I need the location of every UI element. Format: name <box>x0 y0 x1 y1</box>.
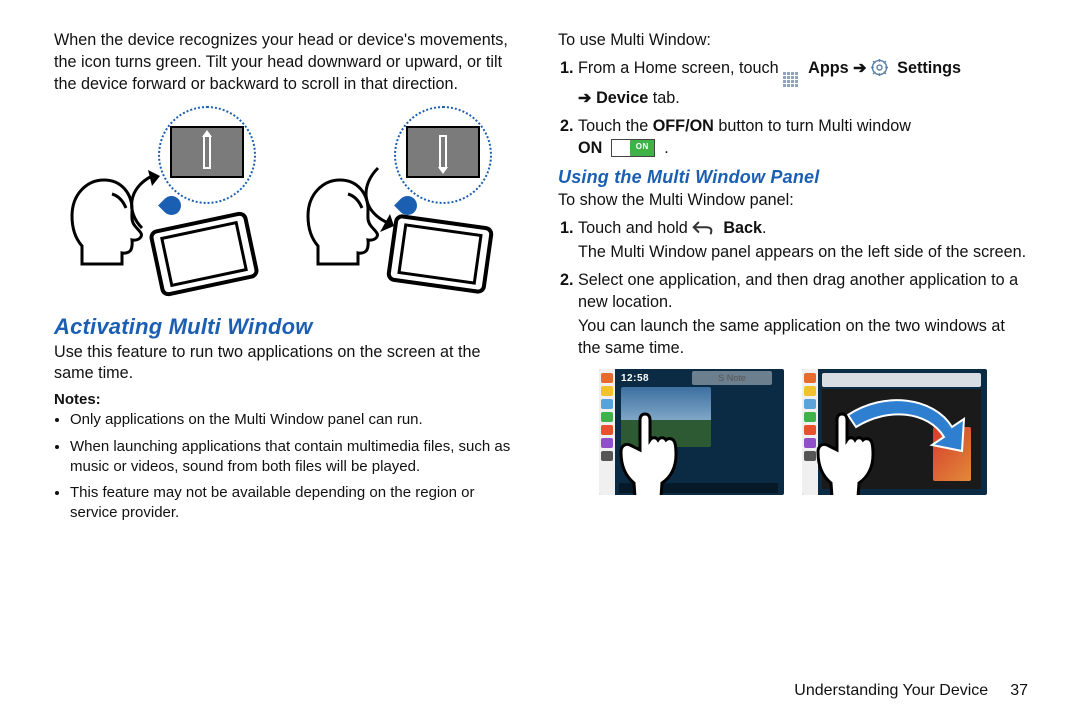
apps-grid-icon <box>783 72 799 88</box>
heading-activating: Activating Multi Window <box>54 314 524 340</box>
screenshot-drag <box>802 369 987 495</box>
arrow-icon: ➔ <box>578 89 596 107</box>
page-number: 37 <box>1010 682 1028 700</box>
device-label: Device <box>596 89 648 107</box>
tilt-up-scene <box>54 110 284 300</box>
tablet-icon <box>144 208 264 300</box>
screenshot-home: 12:58 S Note <box>599 369 784 495</box>
motion-arrow-icon <box>118 166 162 241</box>
gear-icon <box>871 59 888 76</box>
magnifier-circle <box>158 106 256 204</box>
toggle-on-icon: ON <box>611 139 655 157</box>
step-cont: You can launch the same application on t… <box>578 316 1028 360</box>
left-column: When the device recognizes your head or … <box>54 30 524 672</box>
step-cont: The Multi Window panel appears on the le… <box>578 242 1028 264</box>
right-column: To use Multi Window: From a Home screen,… <box>558 30 1028 672</box>
heading-using-panel: Using the Multi Window Panel <box>558 167 1028 188</box>
note-item: This feature may not be available depend… <box>70 483 524 524</box>
step-item: Touch and hold Back. The Multi Window pa… <box>578 218 1028 264</box>
settings-label: Settings <box>893 59 961 77</box>
notes-list: Only applications on the Multi Window pa… <box>54 410 524 523</box>
tablet-icon <box>380 208 500 300</box>
section-title: Understanding Your Device <box>794 682 988 700</box>
notes-label: Notes: <box>54 391 524 408</box>
note-item: Only applications on the Multi Window pa… <box>70 410 524 430</box>
step-text: Touch and hold <box>578 219 692 237</box>
step-item: From a Home screen, touch Apps ➔ Setting… <box>578 58 1028 110</box>
tilt-figure <box>54 110 524 300</box>
step-text: From a Home screen, touch <box>578 59 783 77</box>
clock-widget: 12:58 <box>621 373 649 384</box>
two-column-layout: When the device recognizes your head or … <box>54 30 1028 672</box>
to-use: To use Multi Window: <box>558 30 1028 52</box>
use-paragraph: Use this feature to run two applications… <box>54 342 524 386</box>
to-show: To show the Multi Window panel: <box>558 190 1028 212</box>
sidebar-icons <box>599 369 615 495</box>
step-text: button to turn Multi window <box>718 117 911 135</box>
tab-word: tab. <box>653 89 680 107</box>
page-footer: Understanding Your Device 37 <box>54 672 1028 700</box>
screen-up <box>170 126 244 178</box>
back-icon <box>692 220 714 234</box>
on-label: ON <box>578 139 602 157</box>
hand-pointer-icon <box>812 408 884 495</box>
step-text: Touch the <box>578 117 653 135</box>
motion-arrow-icon <box>354 160 398 241</box>
magnifier-circle <box>394 106 492 204</box>
intro-paragraph: When the device recognizes your head or … <box>54 30 524 96</box>
panel-steps: Touch and hold Back. The Multi Window pa… <box>558 218 1028 359</box>
scroll-up-icon <box>203 135 211 169</box>
note-item: When launching applications that contain… <box>70 437 524 478</box>
screen-down <box>406 126 480 178</box>
offon-label: OFF/ON <box>653 117 714 135</box>
enable-steps: From a Home screen, touch Apps ➔ Setting… <box>558 58 1028 160</box>
multiwindow-figure: 12:58 S Note <box>558 369 1028 495</box>
step-item: Touch the OFF/ON button to turn Multi wi… <box>578 116 1028 160</box>
arrow-icon: ➔ <box>853 59 871 77</box>
note-tab: S Note <box>692 371 772 385</box>
tilt-down-scene <box>290 110 520 300</box>
step-text: Select one application, and then drag an… <box>578 271 1018 311</box>
browser-bar-icon <box>822 373 981 387</box>
back-label: Back <box>719 219 762 237</box>
apps-label: Apps <box>804 59 849 77</box>
step-item: Select one application, and then drag an… <box>578 270 1028 359</box>
manual-page: When the device recognizes your head or … <box>0 0 1080 720</box>
hand-pointer-icon <box>615 408 687 495</box>
toggle-label: ON <box>630 140 654 156</box>
scroll-down-icon <box>439 135 447 169</box>
